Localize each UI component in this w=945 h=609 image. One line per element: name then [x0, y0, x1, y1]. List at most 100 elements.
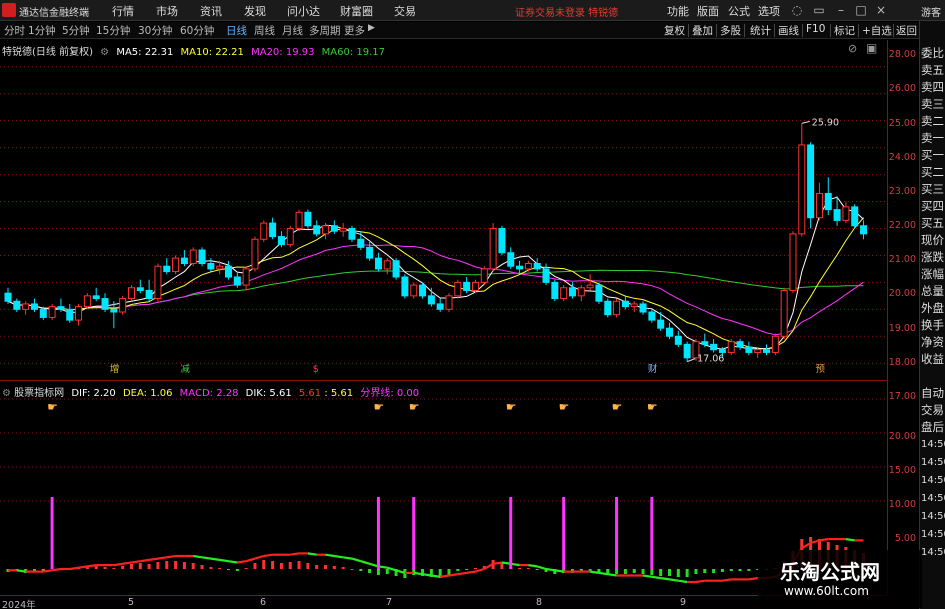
macd-bar [332, 566, 336, 569]
side-item[interactable]: 买二 [921, 164, 944, 180]
gear-icon[interactable]: ⚙ [100, 47, 109, 58]
side-item[interactable]: 盘后 [921, 419, 944, 435]
menu-function[interactable]: 功能 [667, 3, 689, 19]
side-time: 14:50 [921, 475, 945, 486]
side-item[interactable]: 净资 [921, 334, 944, 350]
side-item[interactable]: 涨幅 [921, 266, 944, 282]
side-item[interactable]: 卖四 [921, 79, 944, 95]
candle-body [366, 246, 374, 259]
menu-quotes[interactable]: 行情 [112, 3, 134, 19]
message-icon[interactable]: ▭ [812, 2, 826, 18]
side-item[interactable]: 现价 [921, 232, 944, 248]
side-item[interactable]: 涨跌 [921, 249, 944, 265]
candle-body [4, 292, 12, 302]
candle-body [560, 287, 568, 300]
dif-line [307, 552, 317, 556]
tool-f10[interactable]: F10 [806, 23, 825, 35]
side-item[interactable]: 委比 [921, 45, 944, 61]
side-item[interactable]: 买三 [921, 181, 944, 197]
candle-body [613, 300, 621, 316]
dif-line [237, 560, 247, 564]
user-icon[interactable]: ◌ [790, 2, 804, 18]
side-item[interactable]: 收益 [921, 351, 944, 367]
menu-options[interactable]: 选项 [758, 3, 780, 19]
close-icon[interactable]: × [874, 2, 888, 18]
period-15min[interactable]: 15分钟 [96, 23, 130, 38]
candle-body [507, 252, 515, 267]
price-tick: 18.00 [888, 357, 916, 368]
period-toolbar: 分时 1分钟 5分钟 15分钟 30分钟 60分钟 日线 周线 月线 多周期 更… [0, 22, 945, 39]
tool-back[interactable]: 返回 [896, 23, 917, 38]
kline-chart[interactable]: 25.90 17.06 增 减 $ 财 预 特锐德(日线 前复权) ⚙ MA5: 22.31… [0, 40, 887, 380]
period-weekly[interactable]: 周线 [254, 23, 275, 38]
period-daily[interactable]: 日线 [226, 23, 247, 38]
side-item[interactable]: 总量 [921, 283, 944, 299]
menu-formula[interactable]: 公式 [728, 3, 750, 19]
menu-discover[interactable]: 发现 [244, 3, 266, 19]
signal-hand-icon: ☛ [506, 400, 517, 414]
tool-stats[interactable]: 统计 [750, 23, 771, 38]
tool-separator [688, 24, 689, 37]
menu-market[interactable]: 市场 [156, 3, 178, 19]
tool-overlay[interactable]: 叠加 [692, 23, 713, 38]
macd-bar [720, 569, 724, 572]
menu-trade[interactable]: 交易 [394, 3, 416, 19]
dif-line [642, 574, 653, 578]
menu-bar: 通达信金融终端 行情 市场 资讯 发现 问小达 财富圈 交易 证券交易未登录 特… [0, 0, 945, 21]
macd-bar [138, 563, 142, 569]
side-item[interactable]: 自动 [921, 385, 944, 401]
gear-icon[interactable]: ⚙ [2, 388, 11, 399]
tool-mark[interactable]: 标记 [834, 23, 855, 38]
maximize-icon[interactable]: □ [854, 2, 868, 18]
candle-body [392, 260, 400, 278]
side-item[interactable]: 买四 [921, 198, 944, 214]
period-monthly[interactable]: 月线 [282, 23, 303, 38]
login-notice[interactable]: 证券交易未登录 特锐德 [515, 4, 618, 19]
side-item[interactable]: 卖五 [921, 62, 944, 78]
dif-line [440, 574, 450, 578]
menu-news[interactable]: 资讯 [200, 3, 222, 19]
tool-add-watchlist[interactable]: +自选 [862, 23, 892, 38]
side-item[interactable]: 卖二 [921, 113, 944, 129]
macd-bar [174, 561, 178, 569]
macd-bar [209, 567, 213, 569]
candle-body [718, 349, 726, 353]
zoom-icon[interactable]: ⊘ [848, 42, 857, 55]
period-30min[interactable]: 30分钟 [138, 23, 172, 38]
macd-bar [315, 565, 319, 569]
side-time: 14:50 [921, 493, 945, 504]
layers-icon[interactable]: ▣ [866, 41, 877, 55]
candle-body [189, 249, 197, 265]
indicator-chart[interactable]: ☛ ☛ ☛ ☛ ☛ ☛ ☛ ⚙ 股票指标网 DIF: 2.20 DEA: 1.06 MACD… [0, 380, 887, 595]
menu-layout[interactable]: 版面 [697, 3, 719, 19]
tool-draw[interactable]: 画线 [778, 23, 799, 38]
period-more[interactable]: 更多 [344, 23, 365, 38]
side-item[interactable]: 买五 [921, 215, 944, 231]
side-item[interactable]: 卖三 [921, 96, 944, 112]
side-item[interactable]: 换手 [921, 317, 944, 333]
tool-adjust[interactable]: 复权 [664, 23, 685, 38]
dif-line [422, 573, 432, 577]
candle-body [736, 341, 744, 348]
tool-multistock[interactable]: 多股 [720, 23, 741, 38]
period-multi[interactable]: 多周期 [309, 23, 341, 38]
menu-ask[interactable]: 问小达 [287, 3, 320, 19]
candle-body [516, 265, 524, 270]
minimize-icon[interactable]: – [834, 2, 848, 18]
guest-label[interactable]: 游客 [921, 4, 941, 19]
candle-body [701, 341, 709, 345]
period-1min[interactable]: 1分钟 [28, 23, 56, 38]
candle-body [172, 257, 180, 273]
menu-wealth[interactable]: 财富圈 [340, 3, 373, 19]
side-item[interactable]: 外盘 [921, 300, 944, 316]
tool-separator [716, 24, 717, 37]
period-more-arrow-icon[interactable]: ▶ [368, 23, 375, 33]
period-5min[interactable]: 5分钟 [62, 23, 90, 38]
dif-line [722, 578, 732, 582]
side-item[interactable]: 买一 [921, 147, 944, 163]
period-tick[interactable]: 分时 [4, 23, 25, 38]
dif-line [466, 570, 476, 574]
side-item[interactable]: 卖一 [921, 130, 944, 146]
side-item[interactable]: 交易 [921, 402, 944, 418]
period-60min[interactable]: 60分钟 [180, 23, 214, 38]
